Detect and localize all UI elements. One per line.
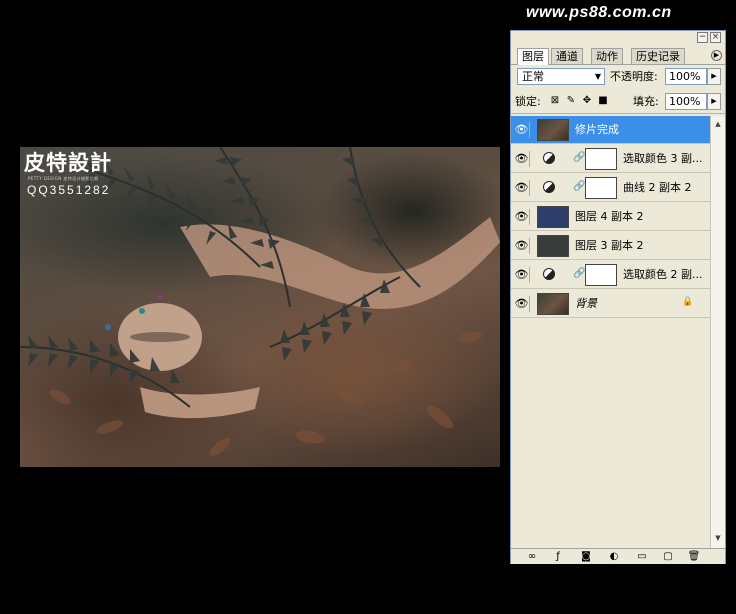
blend-row: 正常 ▼ 不透明度: 100% ▶ [511,66,725,88]
layer-name: 选取颜色 2 副... [623,268,703,281]
layer-name: 图层 4 副本 2 [575,210,644,223]
photo-logo: 皮特設計 [24,151,112,175]
minimize-button[interactable]: − [697,32,708,43]
palette-title-bar[interactable]: − × [511,31,725,45]
layers-palette: − × 图层 通道 动作 历史记录 ▶ 正常 ▼ 不透明度: 100% ▶ 锁定… [510,30,726,564]
eye-icon[interactable]: 👁 [514,122,530,138]
blend-mode-value: 正常 [522,70,544,83]
photo-qq-watermark: QQ3551282 [27,183,111,197]
tab-actions[interactable]: 动作 [591,48,623,64]
chevron-down-icon: ▼ [594,72,601,81]
layer-name: 选取颜色 3 副... [623,152,703,165]
adjustment-icon [543,152,555,164]
link-icon: 🔗 [573,152,586,163]
layer-thumbnail [537,235,569,257]
layer-thumbnail [537,206,569,228]
new-layer-icon[interactable]: ▢ [661,550,675,563]
eye-icon[interactable]: 👁 [514,209,530,225]
layer-name: 背景 [575,297,597,310]
eye-icon[interactable]: 👁 [514,180,530,196]
new-group-icon[interactable]: ▭ [635,550,649,563]
lock-label: 锁定: [515,95,541,108]
palette-tabs: 图层 通道 动作 历史记录 ▶ [511,46,725,65]
close-button[interactable]: × [710,32,721,43]
layer-thumbnail [537,293,569,315]
layer-thumbnail [537,119,569,141]
layer-style-icon[interactable]: ƒ [551,550,565,563]
delete-icon[interactable]: 🗑 [687,550,701,563]
link-icon: 🔗 [573,181,586,192]
layer-name: 修片完成 [575,123,619,136]
lock-position-icon[interactable]: ✥ [581,94,593,107]
palette-menu-icon[interactable]: ▶ [711,50,722,61]
fill-input[interactable]: 100% [665,93,707,110]
add-mask-icon[interactable]: ◙ [579,550,593,563]
lock-all-icon[interactable]: ■ [597,94,609,107]
mask-thumbnail [585,177,617,199]
tab-history[interactable]: 历史记录 [631,48,685,64]
layer-name: 图层 3 副本 2 [575,239,644,252]
site-watermark: www.ps88.com.cn [526,4,672,21]
tab-layers[interactable]: 图层 [517,48,549,65]
layer-row[interactable]: 👁 🔗 曲线 2 副本 2 [511,174,710,202]
photo-canvas[interactable]: 皮特設計 PETTY DESIGN 皮特设计摄影后期 QQ3551282 [20,147,500,467]
layers-list: 👁 修片完成 👁 🔗 选取颜色 3 副... 👁 🔗 曲线 2 副本 2 👁 图… [511,116,710,548]
opacity-input[interactable]: 100% [665,68,707,85]
lock-row: 锁定: ⊠ ✎ ✥ ■ 填充: 100% ▶ [511,91,725,114]
fill-slider-button[interactable]: ▶ [707,93,721,110]
layer-row[interactable]: 👁 图层 4 副本 2 [511,203,710,231]
photo-logo-subtext: PETTY DESIGN 皮特设计摄影后期 [28,176,99,181]
new-adjustment-icon[interactable]: ◐ [607,550,621,563]
layers-scrollbar[interactable]: ▲ ▼ [710,116,725,548]
palette-bottom-bar: ∞ ƒ ◙ ◐ ▭ ▢ 🗑 [511,548,725,564]
layer-row[interactable]: 👁 图层 3 副本 2 [511,232,710,260]
eye-icon[interactable]: 👁 [514,267,530,283]
layer-row[interactable]: 👁 修片完成 [511,116,710,144]
eye-icon[interactable]: 👁 [514,151,530,167]
eye-icon[interactable]: 👁 [514,296,530,312]
tab-channels[interactable]: 通道 [551,48,583,64]
blend-mode-select[interactable]: 正常 ▼ [517,68,605,85]
opacity-slider-button[interactable]: ▶ [707,68,721,85]
scroll-down-icon[interactable]: ▼ [713,533,723,543]
adjustment-icon [543,181,555,193]
fill-label: 填充: [633,95,659,108]
adjustment-icon [543,268,555,280]
scroll-up-icon[interactable]: ▲ [713,119,723,129]
layer-row[interactable]: 👁 背景 🔒 [511,290,710,318]
layer-row[interactable]: 👁 🔗 选取颜色 3 副... [511,145,710,173]
opacity-label: 不透明度: [610,70,658,83]
mask-thumbnail [585,148,617,170]
link-icon: 🔗 [573,268,586,279]
link-icon[interactable]: ∞ [525,550,539,563]
lock-image-icon[interactable]: ✎ [565,94,577,107]
eye-icon[interactable]: 👁 [514,238,530,254]
layer-name: 曲线 2 副本 2 [623,181,692,194]
lock-transparency-icon[interactable]: ⊠ [549,94,561,107]
mask-thumbnail [585,264,617,286]
layer-row[interactable]: 👁 🔗 选取颜色 2 副... [511,261,710,289]
lock-icon: 🔒 [682,297,694,307]
